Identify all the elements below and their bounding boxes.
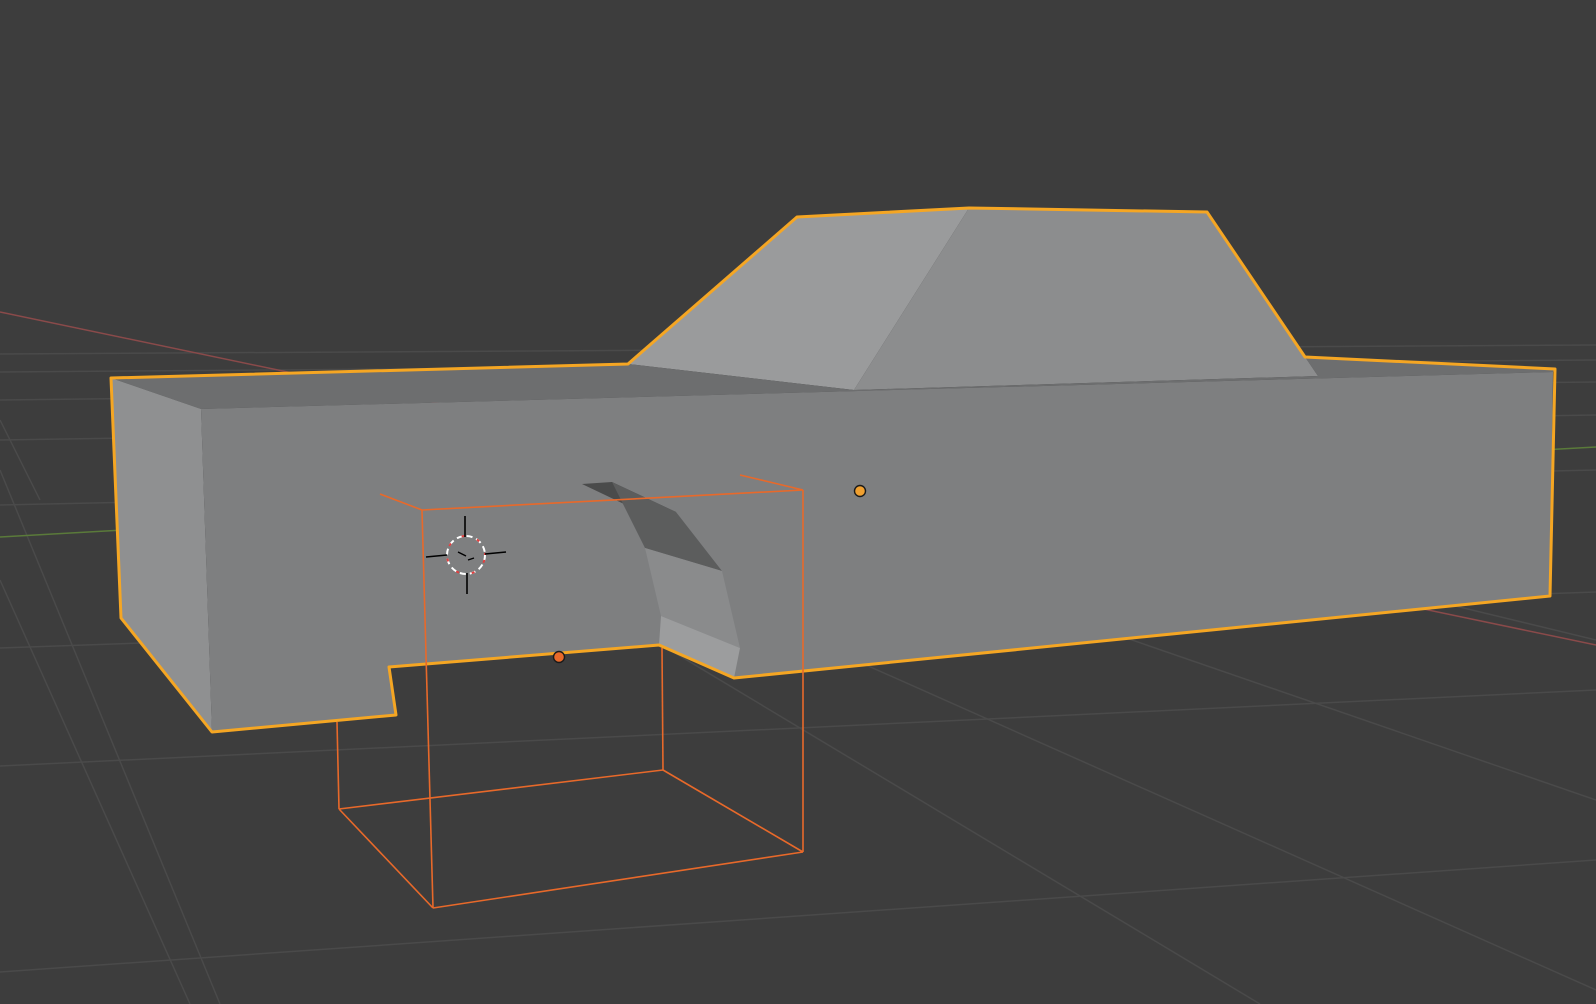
cutter-origin-dot[interactable]	[552, 650, 566, 664]
car-side-face	[201, 372, 1553, 732]
car-origin-dot[interactable]	[853, 484, 867, 498]
car-front-face	[111, 378, 212, 732]
viewport-canvas[interactable]	[0, 0, 1596, 1004]
car-body-mesh[interactable]	[111, 208, 1555, 732]
3d-viewport[interactable]	[0, 0, 1596, 1004]
